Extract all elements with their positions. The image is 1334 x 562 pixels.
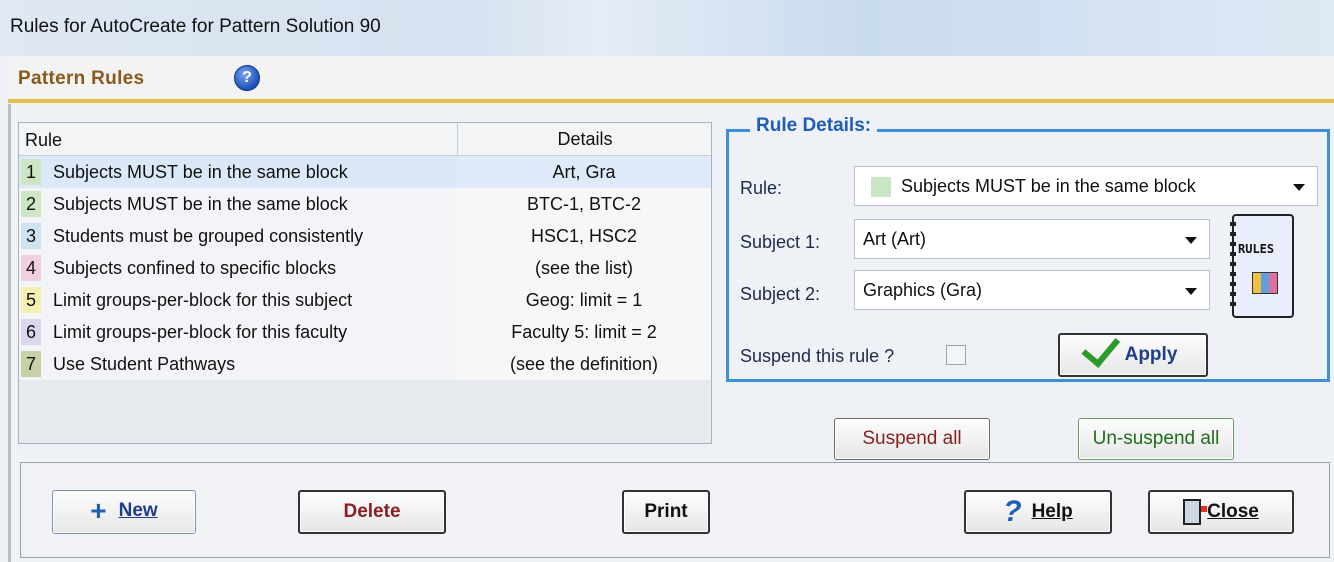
question-circle-icon[interactable]: ? (234, 65, 260, 91)
subject1-select[interactable]: Art (Art) (854, 219, 1210, 259)
unsuspend-all-button[interactable]: Un-suspend all (1078, 418, 1234, 460)
subject2-value: Graphics (Gra) (863, 280, 983, 300)
rule-text: Students must be grouped consistently (53, 226, 364, 246)
column-header-details: Details (457, 123, 712, 155)
rule-details: HSC1, HSC2 (457, 220, 711, 252)
window-title: Rules for AutoCreate for Pattern Solutio… (10, 16, 381, 37)
apply-button[interactable]: Apply (1058, 327, 1208, 377)
new-label: New (118, 500, 158, 522)
subject2-label: Subject 2: (740, 284, 821, 304)
rule-text: Subjects confined to specific blocks (53, 258, 337, 278)
checkmark-icon (1081, 327, 1120, 368)
suspend-rule-label: Suspend this rule ? (740, 346, 895, 366)
left-frame-divider (8, 104, 11, 562)
page-title: Pattern Rules (18, 68, 145, 89)
subject1-value: Art (Art) (863, 229, 926, 249)
rule-number: 4 (21, 255, 41, 281)
print-button[interactable]: Print (622, 490, 710, 534)
rule-text: Subjects MUST be in the same block (53, 194, 348, 214)
book-spine (1230, 222, 1236, 310)
rule-details: Faculty 5: limit = 2 (457, 316, 711, 348)
rule-row[interactable]: 1 Subjects MUST be in the same block Art… (19, 156, 711, 188)
close-button[interactable]: Close (1148, 490, 1294, 534)
rules-book-icon: RULES (1230, 214, 1294, 318)
rule-details: (see the definition) (457, 348, 711, 380)
help-button[interactable]: ? Help (964, 490, 1112, 534)
rules-book-label: RULES (1238, 242, 1275, 256)
rule-number: 6 (21, 319, 41, 345)
help-label: Help (1031, 501, 1073, 523)
rule-row[interactable]: 3 Students must be grouped consistently … (19, 220, 711, 252)
rule-text: Use Student Pathways (53, 354, 236, 374)
chevron-down-icon (1293, 184, 1305, 191)
rule-color-swatch (871, 177, 891, 197)
rule-row[interactable]: 4 Subjects confined to specific blocks (… (19, 252, 711, 284)
subject1-label: Subject 1: (740, 232, 821, 252)
rule-label: Rule: (740, 178, 783, 198)
rule-row[interactable]: 5 Limit groups-per-block for this subjec… (19, 284, 711, 316)
rule-row[interactable]: 6 Limit groups-per-block for this facult… (19, 316, 711, 348)
subject2-select[interactable]: Graphics (Gra) (854, 270, 1210, 310)
column-header-rule: Rule (25, 130, 63, 150)
chevron-down-icon (1185, 237, 1197, 244)
question-mark-icon: ? (1003, 495, 1022, 528)
rule-details-legend: Rule Details: (750, 115, 878, 137)
rule-number: 7 (21, 351, 41, 377)
rule-details: Art, Gra (457, 156, 711, 188)
rule-text: Limit groups-per-block for this faculty (53, 322, 348, 342)
title-bar: Rules for AutoCreate for Pattern Solutio… (0, 0, 1334, 56)
rule-type-select[interactable]: Subjects MUST be in the same block (854, 166, 1318, 206)
exit-door-icon (1183, 498, 1208, 525)
new-button[interactable]: + New (52, 490, 196, 534)
pattern-rules-header: Pattern Rules ? (8, 57, 1334, 103)
plus-icon: + (90, 495, 107, 526)
rule-details: BTC-1, BTC-2 (457, 188, 711, 220)
rule-row[interactable]: 7 Use Student Pathways (see the definiti… (19, 348, 711, 380)
rule-details: Geog: limit = 1 (457, 284, 711, 316)
rule-details: (see the list) (457, 252, 711, 284)
apply-label: Apply (1124, 344, 1178, 365)
suspend-all-button[interactable]: Suspend all (834, 418, 990, 460)
suspend-rule-checkbox[interactable] (946, 345, 966, 365)
rule-text: Limit groups-per-block for this subject (53, 290, 353, 310)
delete-button[interactable]: Delete (298, 490, 446, 534)
close-label: Close (1207, 501, 1259, 522)
rule-number: 3 (21, 223, 41, 249)
rule-number: 1 (21, 159, 41, 185)
rule-type-value: Subjects MUST be in the same block (901, 176, 1196, 196)
rule-number: 5 (21, 287, 41, 313)
rule-text: Subjects MUST be in the same block (53, 162, 348, 182)
rule-number: 2 (21, 191, 41, 217)
rule-list[interactable]: Rule Details 1 Subjects MUST be in the s… (18, 122, 712, 444)
rule-list-header: Rule Details (19, 123, 711, 156)
chevron-down-icon (1185, 288, 1197, 295)
calendar-grid-icon (1252, 272, 1278, 294)
rule-row[interactable]: 2 Subjects MUST be in the same block BTC… (19, 188, 711, 220)
